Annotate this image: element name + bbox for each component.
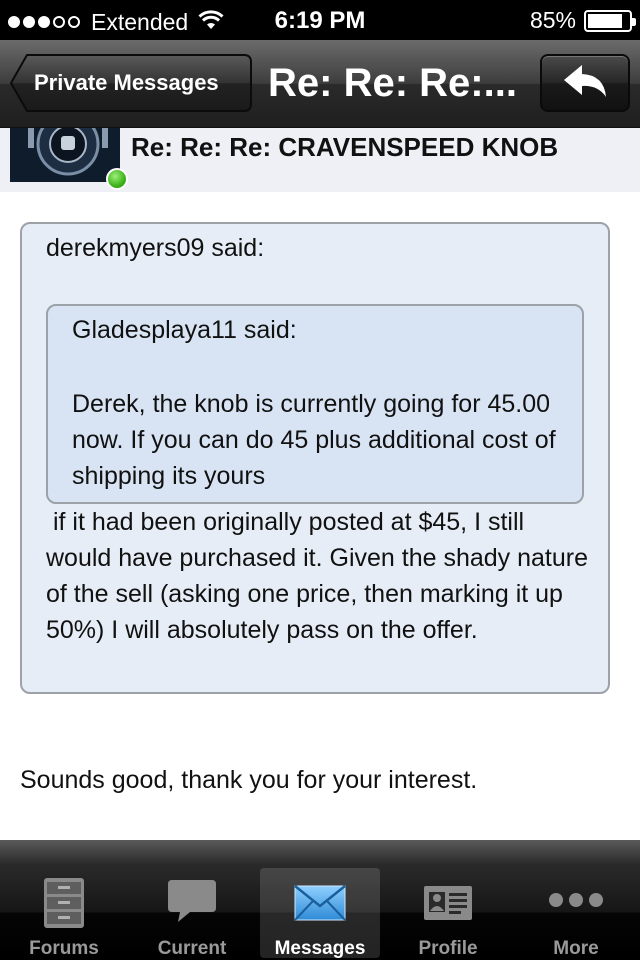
message-reply-text: Sounds good, thank you for your interest… (20, 766, 478, 794)
inner-quote-author: Gladesplaya11 said: (72, 316, 297, 344)
tab-messages[interactable]: Messages (260, 868, 380, 959)
tab-bar: Forums Current Messages Profile More (0, 864, 640, 960)
status-right: 85% (529, 7, 636, 34)
inner-quote-body: Derek, the knob is currently going for 4… (72, 390, 556, 490)
tab-messages-label: Messages (274, 938, 366, 959)
online-status-indicator (106, 168, 128, 190)
status-bar: Extended 6:19 PM 85% (0, 0, 640, 40)
back-button[interactable]: Private Messages (10, 54, 252, 112)
file-cabinet-icon (4, 876, 124, 930)
reply-arrow-icon (560, 63, 610, 104)
envelope-icon (260, 876, 380, 930)
more-dots-icon (516, 876, 636, 930)
outer-quote-body: if it had been originally posted at $45,… (46, 508, 589, 644)
avatar[interactable] (10, 128, 120, 182)
battery-percent: 85% (529, 7, 576, 33)
outer-quote-author: derekmyers09 said: (46, 234, 265, 262)
navigation-bar: Private Messages Re: Re: Re:... (0, 40, 640, 128)
tab-profile-label: Profile (418, 938, 478, 959)
page-title: Re: Re: Re:... (268, 61, 517, 105)
tab-current[interactable]: Current (132, 868, 252, 959)
thread-title: Re: Re: Re: CRAVENSPEED KNOB (131, 132, 559, 162)
tab-current-label: Current (157, 938, 227, 959)
speech-bubble-icon (132, 876, 252, 930)
tab-more-label: More (553, 938, 599, 959)
back-button-label: Private Messages (34, 70, 219, 95)
reply-button[interactable] (540, 54, 630, 112)
tab-bar-divider (0, 840, 640, 864)
id-card-icon (388, 876, 508, 930)
tab-forums-label: Forums (29, 938, 99, 959)
battery-icon (584, 9, 636, 32)
tab-profile[interactable]: Profile (388, 868, 508, 959)
tab-more[interactable]: More (516, 868, 636, 959)
tab-forums[interactable]: Forums (4, 868, 124, 959)
